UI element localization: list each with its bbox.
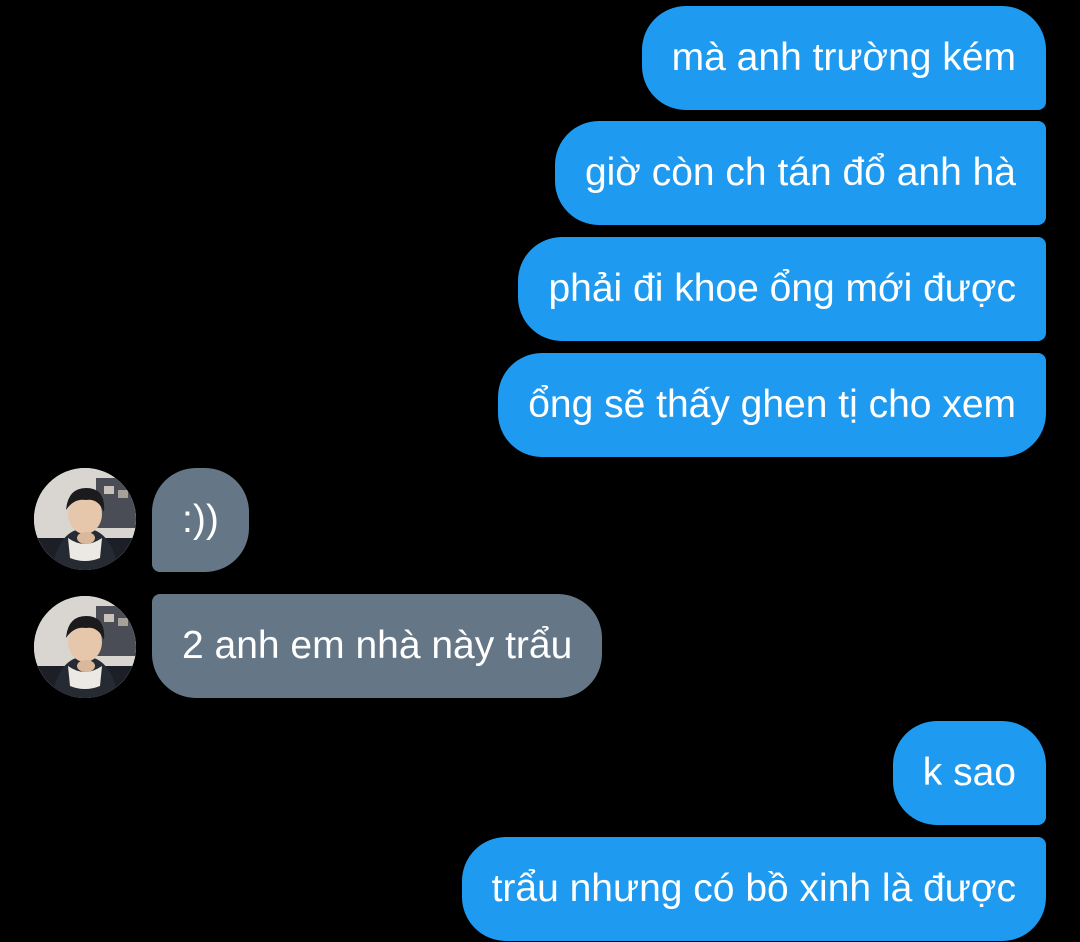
message-text: trẩu nhưng có bồ xinh là được	[491, 867, 1016, 910]
message-bubble-outgoing[interactable]: k sao	[892, 721, 1046, 825]
message-bubble-incoming[interactable]: 2 anh em nhà này trẩu	[152, 594, 603, 698]
message-bubble-outgoing[interactable]: mà anh trường kém	[641, 6, 1046, 110]
message-bubble-outgoing[interactable]: ổng sẽ thấy ghen tị cho xem	[498, 353, 1046, 457]
message-text: k sao	[922, 751, 1016, 794]
message-text: phải đi khoe ổng mới được	[548, 267, 1016, 310]
avatar-photo-icon	[34, 596, 136, 698]
contact-avatar[interactable]	[34, 468, 136, 570]
message-text: giờ còn ch tán đổ anh hà	[584, 151, 1016, 194]
message-text: mà anh trường kém	[671, 36, 1016, 79]
avatar-photo-icon	[34, 468, 136, 570]
message-text: :))	[182, 498, 219, 541]
message-bubble-outgoing[interactable]: phải đi khoe ổng mới được	[518, 237, 1046, 341]
message-bubble-outgoing[interactable]: trẩu nhưng có bồ xinh là được	[461, 837, 1046, 941]
message-bubble-outgoing[interactable]: giờ còn ch tán đổ anh hà	[554, 121, 1046, 225]
message-bubble-incoming[interactable]: :))	[152, 468, 249, 572]
message-text: 2 anh em nhà này trẩu	[182, 624, 573, 667]
message-text: ổng sẽ thấy ghen tị cho xem	[528, 383, 1016, 426]
contact-avatar[interactable]	[34, 596, 136, 698]
chat-thread: mà anh trường kém giờ còn ch tán đổ anh …	[0, 0, 1080, 942]
